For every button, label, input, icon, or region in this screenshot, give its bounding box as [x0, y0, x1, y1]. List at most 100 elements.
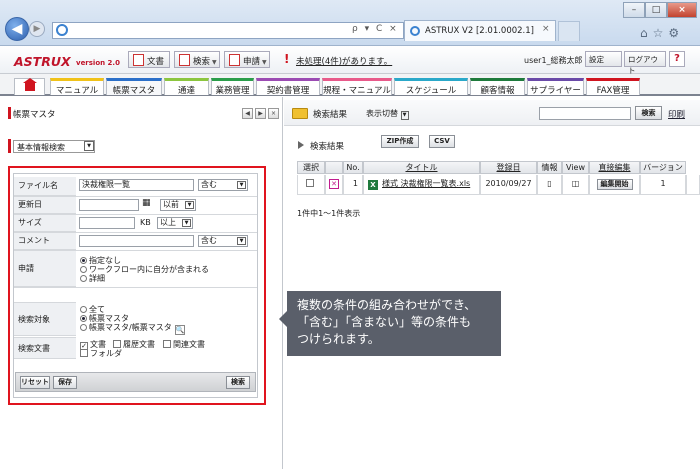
logout-button[interactable]: ログアウト [624, 51, 666, 75]
app-logo: ASTRUX [14, 54, 71, 69]
nav-tab-0[interactable]: マニュアル [50, 78, 104, 96]
nav-tab-3[interactable]: 業務管理 [211, 78, 254, 96]
doctype-label: 検索文書 [14, 337, 76, 359]
form-footer [15, 372, 256, 392]
callout-box: 複数の条件の組み合わせができ、 「含む」「含まない」等の条件も つけられます。 [287, 291, 501, 356]
browser-tab[interactable]: ASTRUX V2 [2.01.0002.1] [404, 20, 556, 41]
filename-condition-value: 含む [201, 180, 217, 189]
filename-condition-select[interactable]: 含む ▼ [198, 179, 248, 191]
panel-close-icon[interactable]: × [268, 108, 279, 119]
select-cell[interactable] [297, 175, 325, 195]
column-header-2: No. [343, 161, 363, 174]
callout-arrow [279, 311, 287, 327]
column-header-3[interactable]: タイトル [363, 161, 480, 174]
nav-tab-7[interactable]: 顧客情報 [470, 78, 525, 96]
doctype-folder-label: フォルダ [90, 349, 122, 358]
back-icon[interactable]: ◀ [5, 17, 29, 41]
target-option-path[interactable]: 帳票マスタ/帳票マスタ 🔍 [80, 322, 185, 335]
nav-tab-5[interactable]: 規程・マニュアル [322, 78, 392, 96]
maximize-button[interactable]: □ [645, 2, 667, 18]
pending-link[interactable]: 未処理(4件)があります。 [296, 55, 392, 67]
nav-tab-2[interactable]: 通達 [164, 78, 209, 96]
checkbox-icon [113, 340, 121, 348]
checkbox-icon [80, 349, 88, 357]
settings-button[interactable]: 設定 [585, 51, 622, 67]
panel-next-icon[interactable]: ▶ [255, 108, 266, 119]
search-menu-button[interactable]: 検索 ▼ [174, 51, 220, 68]
updated-date-input[interactable] [79, 199, 139, 211]
callout-line1: 複数の条件の組み合わせができ、 [297, 298, 477, 312]
nav-tab-9[interactable]: FAX管理 [586, 78, 640, 96]
chevron-down-icon: ▼ [185, 201, 194, 209]
size-input[interactable] [79, 217, 135, 229]
forward-icon[interactable]: ▶ [29, 21, 45, 37]
comment-input[interactable] [79, 235, 194, 247]
filename-input[interactable]: 決裁権限一覧 [79, 179, 194, 191]
apply-option-detail[interactable]: 詳細 [80, 273, 105, 284]
csv-button[interactable]: CSV [429, 135, 455, 148]
zip-button[interactable]: ZIP作成 [381, 135, 419, 148]
chevron-down-icon: ▼ [84, 141, 94, 151]
radio-icon [80, 315, 87, 322]
info-icon[interactable]: ▯ [537, 175, 562, 195]
save-button[interactable]: 保存 [53, 376, 77, 389]
panel-prev-icon[interactable]: ◀ [242, 108, 253, 119]
document-icon [133, 54, 144, 66]
nav-tab-8[interactable]: サプライヤー [527, 78, 584, 96]
doctype-folder[interactable]: フォルダ [80, 348, 122, 359]
address-tools[interactable]: ρ ▾ C × [352, 24, 399, 34]
document-button[interactable]: 文書 [128, 51, 170, 68]
comment-condition-select[interactable]: 含む ▼ [198, 235, 248, 247]
column-header-1 [325, 161, 343, 174]
new-tab-button[interactable] [558, 21, 580, 41]
view-icon[interactable]: ◫ [562, 175, 589, 195]
nav-tab-1[interactable]: 帳票マスタ [106, 78, 162, 96]
radio-icon [80, 324, 87, 331]
basic-search-select[interactable]: 基本情報検索 ▼ [13, 140, 95, 153]
edit-start-button[interactable]: 編集開始 [596, 179, 633, 190]
title-cell[interactable]: X 様式 決裁権限一覧表.xls [363, 175, 480, 195]
filename-label: ファイル名 [14, 177, 76, 196]
reset-button[interactable]: リセット [20, 376, 50, 389]
result-count: 1件中1〜1件表示 [297, 209, 361, 218]
close-window-button[interactable]: × [667, 2, 697, 18]
magnifier-icon[interactable]: 🔍 [174, 325, 185, 335]
column-header-4[interactable]: 登録日 [480, 161, 537, 174]
print-link[interactable]: 印刷 [668, 108, 685, 120]
home-tab[interactable] [14, 78, 45, 95]
results-search-button[interactable]: 検索 [635, 106, 662, 120]
basic-search-accent [8, 139, 11, 153]
calendar-icon[interactable]: ▦ [142, 198, 151, 208]
tab-ie-icon [410, 26, 420, 36]
view-switch-select[interactable]: 表示切替 ▼ [366, 108, 409, 120]
doctype-related[interactable]: 関連文書 [163, 339, 205, 350]
expand-triangle-icon[interactable] [298, 141, 304, 149]
column-header-7[interactable]: 直接編集 [589, 161, 640, 174]
marker-cell: ✕ [325, 175, 343, 195]
apply-label: 申請 [14, 251, 76, 287]
results-section-label: 検索結果 [310, 142, 345, 152]
doctype-related-label: 関連文書 [173, 340, 205, 349]
chevron-down-icon: ▼ [237, 181, 246, 189]
date-cell: 2010/09/27 [480, 175, 537, 195]
edit-cell: 編集開始 [589, 175, 640, 195]
size-condition-select[interactable]: 以上 ▼ [157, 217, 193, 229]
updated-condition-select[interactable]: 以前 ▼ [160, 199, 196, 211]
tab-close-icon[interactable]: × [542, 24, 550, 34]
home-star-gear-icons[interactable]: ⌂☆⚙ [640, 26, 684, 40]
results-search-input[interactable] [539, 107, 631, 120]
title-link[interactable]: 様式 決裁権限一覧表.xls [382, 179, 470, 188]
search-button-label: 検索 [193, 57, 211, 67]
help-icon[interactable]: ? [669, 51, 685, 67]
nav-tab-6[interactable]: スケジュール [394, 78, 468, 96]
minimize-button[interactable]: – [623, 2, 645, 18]
extra-cell [686, 175, 700, 195]
target-label: 検索対象 [14, 302, 76, 336]
app-version: version 2.0 [76, 59, 120, 67]
apply-option-workflow-label: ワークフロー内に自分が含まれる [89, 265, 209, 274]
search-button[interactable]: 検索 [226, 376, 250, 389]
size-label: サイズ [14, 215, 76, 232]
nav-tab-4[interactable]: 契約書管理 [256, 78, 320, 96]
apply-menu-button[interactable]: 申請 ▼ [224, 51, 270, 68]
chevron-down-icon: ▼ [400, 111, 409, 120]
